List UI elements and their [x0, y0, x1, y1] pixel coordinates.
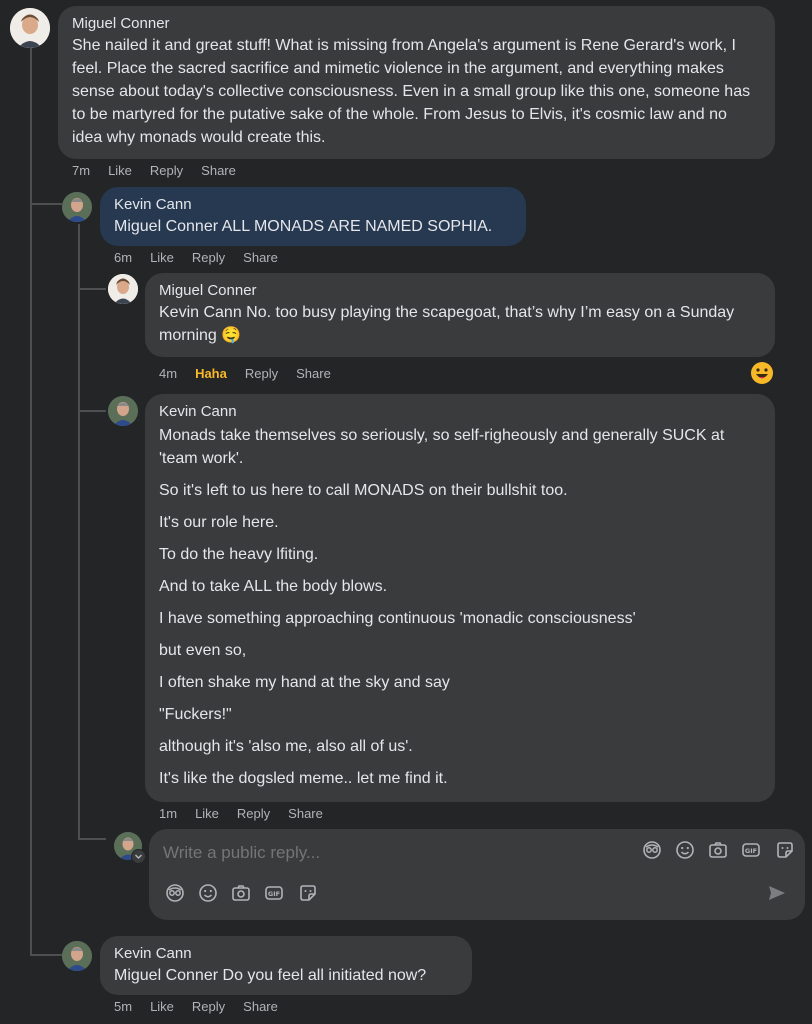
- reply-button[interactable]: Reply: [150, 163, 183, 178]
- reply-button[interactable]: Reply: [192, 250, 225, 265]
- thread-line-main: [30, 46, 32, 956]
- comment-bubble-3: Miguel Conner Kevin Cann No. too busy pl…: [145, 273, 775, 357]
- mention-link[interactable]: Kevin Cann: [159, 304, 242, 321]
- comment-time[interactable]: 5m: [114, 999, 132, 1014]
- comment-actions-5: 5m Like Reply Share: [114, 999, 296, 1014]
- chevron-down-icon[interactable]: [131, 849, 146, 864]
- haha-reaction-icon[interactable]: [750, 361, 774, 385]
- reply-button[interactable]: Reply: [237, 806, 270, 821]
- avatar-sticker-icon[interactable]: [642, 840, 662, 860]
- share-button[interactable]: Share: [243, 999, 278, 1014]
- thread-branch-4: [78, 410, 106, 412]
- reply-input[interactable]: [161, 837, 635, 869]
- comment-paragraph: although it's 'also me, also all of us'.: [159, 738, 413, 755]
- comment-text: Miguel Conner ALL MONADS ARE NAMED SOPHI…: [114, 218, 493, 235]
- comment-actions-3: 4m Haha Reply Share: [159, 366, 349, 381]
- avatar-sticker-icon[interactable]: [165, 883, 185, 903]
- comment-text: Kevin Cann No. too busy playing the scap…: [159, 304, 735, 344]
- comment-time[interactable]: 1m: [159, 806, 177, 821]
- comment-paragraph: I often shake my hand at the sky and say: [159, 674, 450, 691]
- avatar-kevin-cann[interactable]: [108, 396, 138, 426]
- comment-bubble-2: Kevin Cann Miguel Conner ALL MONADS ARE …: [100, 187, 526, 246]
- comment-author[interactable]: Kevin Cann: [159, 402, 761, 422]
- drooling-emoji: 🤤: [221, 327, 242, 344]
- thread-line-nested: [78, 224, 80, 840]
- send-icon[interactable]: [767, 883, 787, 903]
- svg-text:GIF: GIF: [268, 890, 280, 898]
- share-button[interactable]: Share: [288, 806, 323, 821]
- avatar-kevin-cann[interactable]: [62, 941, 92, 971]
- share-button[interactable]: Share: [296, 366, 331, 381]
- avatar-kevin-cann[interactable]: [62, 192, 92, 222]
- comment-paragraph: Monads take themselves so seriously, so …: [159, 427, 725, 467]
- thread-branch-3: [78, 288, 106, 290]
- comment-actions-1: 7m Like Reply Share: [72, 163, 254, 178]
- reply-button[interactable]: Reply: [245, 366, 278, 381]
- comment-author[interactable]: Kevin Cann: [114, 195, 512, 215]
- thread-branch-5: [30, 954, 62, 956]
- reply-button[interactable]: Reply: [192, 999, 225, 1014]
- svg-text:GIF: GIF: [745, 847, 757, 855]
- comment-paragraph: I have something approaching continuous …: [159, 610, 636, 627]
- share-button[interactable]: Share: [243, 250, 278, 265]
- comment-paragraph: And to take ALL the body blows.: [159, 578, 388, 595]
- comment-bubble-1: Miguel Conner She nailed it and great st…: [58, 6, 775, 159]
- gif-icon[interactable]: GIF: [741, 840, 761, 860]
- comment-time[interactable]: 4m: [159, 366, 177, 381]
- thread-branch-reply: [78, 838, 106, 840]
- comment-paragraph: It's our role here.: [159, 514, 279, 531]
- comment-actions-4: 1m Like Reply Share: [159, 806, 341, 821]
- thread-branch-1: [30, 203, 62, 205]
- reply-composer: GIF GIF: [149, 829, 805, 920]
- share-button[interactable]: Share: [201, 163, 236, 178]
- comment-paragraph: It's like the dogsled meme.. let me find…: [159, 770, 448, 787]
- like-button[interactable]: Like: [195, 806, 219, 821]
- comment-actions-2: 6m Like Reply Share: [114, 250, 296, 265]
- comment-text: She nailed it and great stuff! What is m…: [72, 37, 751, 146]
- avatar-miguel-conner[interactable]: [108, 274, 138, 304]
- mention-link[interactable]: Miguel Conner: [114, 967, 218, 984]
- comment-bubble-4: Kevin Cann Monads take themselves so ser…: [145, 394, 775, 802]
- like-button[interactable]: Like: [150, 999, 174, 1014]
- comment-paragraph: "Fuckers!": [159, 706, 232, 723]
- avatar-miguel-conner[interactable]: [10, 8, 50, 48]
- sticker-icon[interactable]: [775, 840, 795, 860]
- emoji-icon[interactable]: [198, 883, 218, 903]
- comment-author[interactable]: Miguel Conner: [159, 281, 761, 301]
- camera-icon[interactable]: [708, 840, 728, 860]
- comment-paragraph: To do the heavy lfiting.: [159, 546, 319, 563]
- camera-icon[interactable]: [231, 883, 251, 903]
- gif-icon[interactable]: GIF: [264, 883, 284, 903]
- comment-author[interactable]: Miguel Conner: [72, 14, 761, 34]
- comment-text: Miguel Conner Do you feel all initiated …: [114, 967, 427, 984]
- haha-reaction-button[interactable]: Haha: [195, 366, 227, 381]
- comment-time[interactable]: 7m: [72, 163, 90, 178]
- comment-paragraph: So it's left to us here to call MONADS o…: [159, 482, 568, 499]
- comment-author[interactable]: Kevin Cann: [114, 944, 458, 964]
- mention-link[interactable]: Miguel Conner: [114, 218, 218, 235]
- emoji-icon[interactable]: [675, 840, 695, 860]
- comment-paragraph: but even so,: [159, 642, 247, 659]
- like-button[interactable]: Like: [150, 250, 174, 265]
- sticker-icon[interactable]: [298, 883, 318, 903]
- comment-time[interactable]: 6m: [114, 250, 132, 265]
- like-button[interactable]: Like: [108, 163, 132, 178]
- comment-bubble-5: Kevin Cann Miguel Conner Do you feel all…: [100, 936, 472, 995]
